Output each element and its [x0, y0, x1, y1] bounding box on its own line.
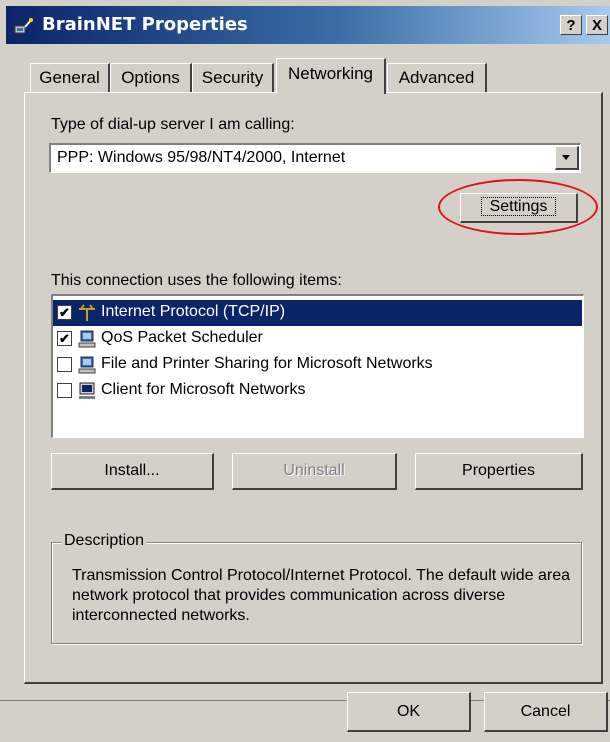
properties-button[interactable]: Properties [415, 453, 583, 490]
item-checkbox[interactable]: ✔ [57, 331, 72, 346]
network-service-icon [78, 330, 96, 348]
tab-options[interactable]: Options [110, 63, 192, 92]
server-type-value: PPP: Windows 95/98/NT4/2000, Internet [57, 149, 346, 166]
tab-label: Options [121, 68, 180, 87]
item-checkbox[interactable]: ✔ [57, 305, 72, 320]
properties-dialog: BrainNET Properties ? X General Options … [0, 0, 610, 742]
tab-label: Security [201, 68, 264, 87]
network-service-icon [78, 356, 96, 374]
description-text: Transmission Control Protocol/Internet P… [72, 567, 571, 624]
ok-button[interactable]: OK [347, 692, 471, 732]
tab-label: Networking [287, 64, 374, 83]
tab-label: General [39, 68, 100, 87]
chevron-down-icon[interactable] [555, 146, 579, 170]
tab-security[interactable]: Security [192, 63, 274, 92]
help-button[interactable]: ? [560, 15, 582, 35]
item-checkbox[interactable] [57, 357, 72, 372]
settings-label: Settings [480, 197, 557, 216]
components-list[interactable]: ✔ Internet Protocol (TCP/IP) ✔ QoS Packe… [51, 294, 584, 438]
network-client-icon [79, 382, 95, 399]
protocol-icon [79, 304, 95, 321]
list-item[interactable]: Client for Microsoft Networks [53, 378, 582, 404]
components-label: This connection uses the following items… [51, 272, 342, 289]
close-button[interactable]: X [586, 15, 608, 35]
description-legend: Description [61, 532, 148, 550]
list-item[interactable]: ✔ QoS Packet Scheduler [53, 326, 582, 352]
uninstall-button[interactable]: Uninstall [232, 453, 397, 490]
item-label: Internet Protocol (TCP/IP) [101, 303, 286, 320]
item-checkbox[interactable] [57, 383, 72, 398]
item-label: QoS Packet Scheduler [101, 329, 263, 346]
tab-label: Advanced [398, 68, 475, 87]
title-bar[interactable]: BrainNET Properties ? X [6, 6, 610, 44]
settings-button[interactable]: Settings [460, 193, 578, 223]
network-connection-icon [14, 18, 33, 34]
server-type-select[interactable]: PPP: Windows 95/98/NT4/2000, Internet [49, 143, 581, 173]
install-button[interactable]: Install... [51, 453, 214, 490]
window-title: BrainNET Properties [42, 14, 248, 35]
tab-networking[interactable]: Networking [276, 58, 386, 94]
item-label: Client for Microsoft Networks [101, 381, 306, 398]
server-type-label: Type of dial-up server I am calling: [51, 116, 295, 133]
cancel-button[interactable]: Cancel [484, 692, 608, 732]
list-item[interactable]: ✔ Internet Protocol (TCP/IP) [53, 300, 582, 326]
tab-advanced[interactable]: Advanced [387, 63, 487, 92]
item-label: File and Printer Sharing for Microsoft N… [101, 355, 433, 372]
tab-general[interactable]: General [30, 63, 110, 92]
list-item[interactable]: File and Printer Sharing for Microsoft N… [53, 352, 582, 378]
